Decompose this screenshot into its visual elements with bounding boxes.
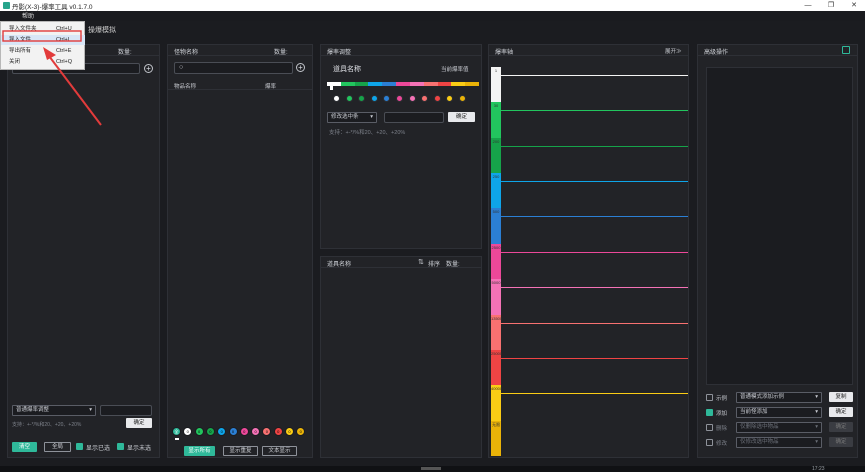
annotation-arrow-head <box>43 47 56 60</box>
scrollbar-thumb[interactable] <box>421 467 441 470</box>
annotation-overlay <box>2 30 102 126</box>
annotation-arrow-shaft <box>48 55 102 126</box>
footer-time: 17:23 <box>812 466 825 472</box>
highlight-box <box>2 30 82 42</box>
